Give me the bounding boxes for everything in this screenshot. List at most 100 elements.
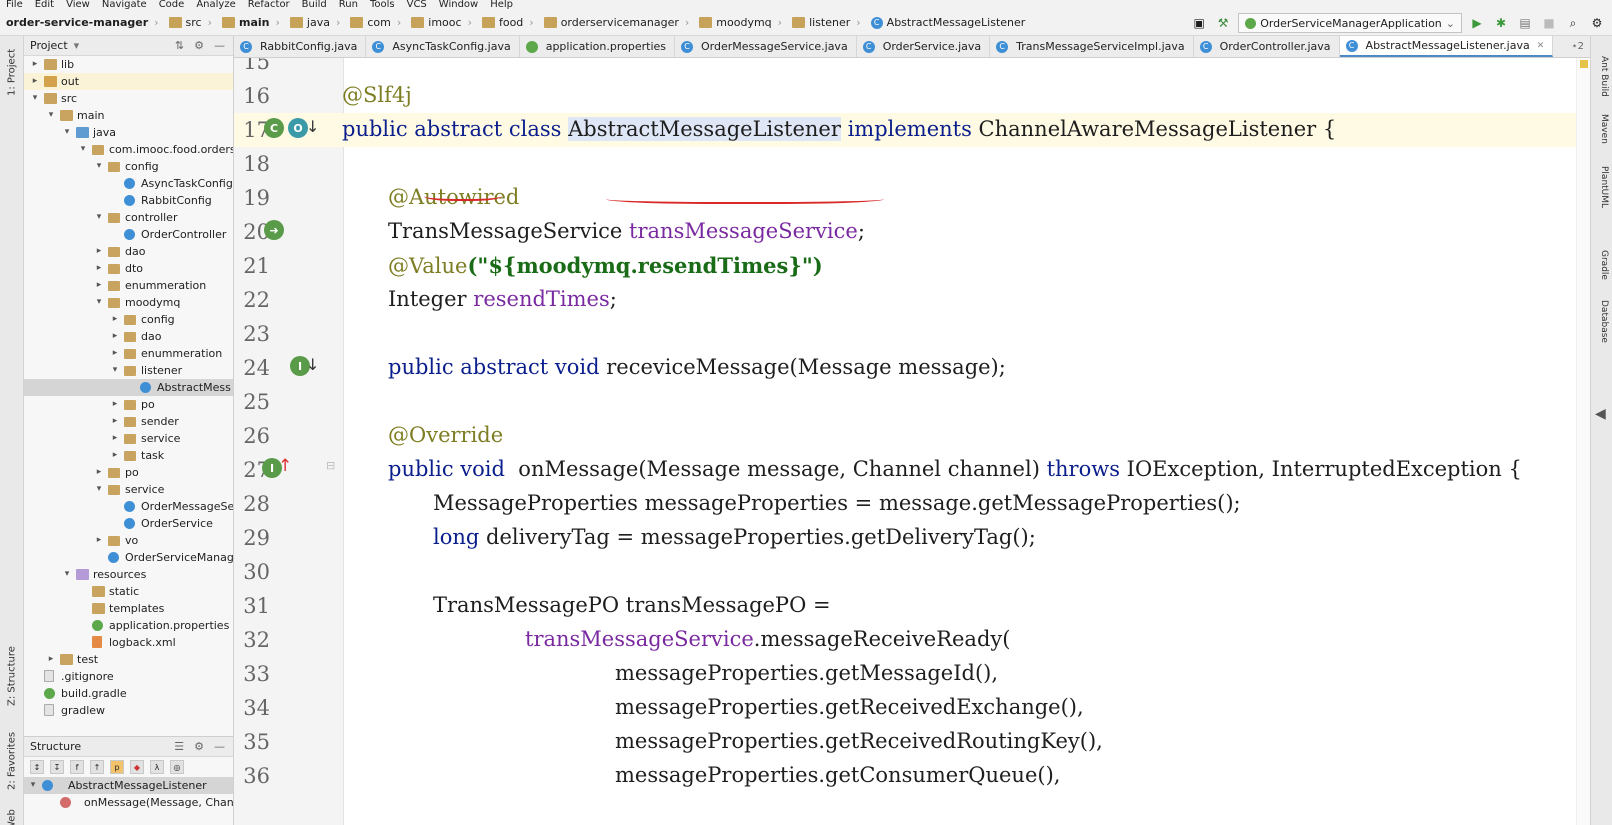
stop-icon[interactable]: ■ bbox=[1540, 14, 1558, 32]
tree-node-orderservicemanag[interactable]: OrderServiceManag bbox=[24, 549, 233, 566]
menu-item-code[interactable]: Code bbox=[153, 0, 191, 10]
debug-icon[interactable]: ✱ bbox=[1492, 14, 1510, 32]
more-tabs-button[interactable]: ⋆2 bbox=[1565, 36, 1590, 57]
tree-node-rabbitconfig[interactable]: RabbitConfig bbox=[24, 192, 233, 209]
tree-node-listener[interactable]: ▾ listener bbox=[24, 362, 233, 379]
chevron-right-icon[interactable]: ▸ bbox=[94, 260, 104, 277]
tree-node-po[interactable]: ▸ po bbox=[24, 396, 233, 413]
gear-icon[interactable]: ⚙ bbox=[194, 740, 204, 753]
breadcrumb-item[interactable]: java › bbox=[284, 16, 344, 29]
chevron-right-icon[interactable]: ▸ bbox=[110, 311, 120, 328]
menu-item-file[interactable]: File bbox=[0, 0, 29, 10]
code-line-18[interactable]: 18 bbox=[234, 147, 1590, 181]
menu-item-navigate[interactable]: Navigate bbox=[96, 0, 153, 10]
chevron-right-icon[interactable]: ▸ bbox=[110, 396, 120, 413]
tree-node-main[interactable]: ▾ main bbox=[24, 107, 233, 124]
fold-icon[interactable]: ⊟ bbox=[326, 459, 335, 472]
settings-icon[interactable]: ⚙ bbox=[1588, 14, 1606, 32]
code-line-25[interactable]: 25 bbox=[234, 385, 1590, 419]
breadcrumb-item[interactable]: C AbstractMessageListener bbox=[865, 16, 1030, 29]
code-editor[interactable]: 15 16 @Slf4j 17 C O ↓ public abstract class Abs… bbox=[234, 58, 1590, 825]
tree-node-java[interactable]: ▾ java bbox=[24, 124, 233, 141]
chevron-down-icon[interactable]: ▾ bbox=[94, 481, 104, 498]
code-line-23[interactable]: 23 bbox=[234, 317, 1590, 351]
chevron-right-icon[interactable]: ▸ bbox=[110, 328, 120, 345]
tree-node--gitignore[interactable]: .gitignore bbox=[24, 668, 233, 685]
tool-tab-ant-build[interactable]: Ant Build bbox=[1595, 56, 1609, 102]
menu-item-tools[interactable]: Tools bbox=[364, 0, 401, 10]
tree-node-dao[interactable]: ▸ dao bbox=[24, 243, 233, 260]
project-tool-tab[interactable]: 1: Project bbox=[2, 42, 22, 102]
up-arrow-icon[interactable]: ↑ bbox=[278, 456, 292, 476]
code-line-20[interactable]: 20 ➜ TransMessageService transMessageServi… bbox=[234, 215, 1590, 249]
menu-item-run[interactable]: Run bbox=[333, 0, 364, 10]
tool-tab-plantuml[interactable]: PlantUML bbox=[1595, 166, 1609, 238]
code-line-22[interactable]: 22 Integer resendTimes; bbox=[234, 283, 1590, 317]
tree-node-orderservice[interactable]: OrderService bbox=[24, 515, 233, 532]
search-icon[interactable]: ⌕ bbox=[1564, 14, 1582, 32]
tree-node-dto[interactable]: ▸ dto bbox=[24, 260, 233, 277]
menu-item-view[interactable]: View bbox=[60, 0, 96, 10]
code-line-33[interactable]: 33 messageProperties.getMessageId(), bbox=[234, 657, 1590, 691]
chevron-down-icon[interactable]: ▾ bbox=[62, 566, 72, 583]
sort-alpha-icon[interactable]: ↕ bbox=[30, 760, 44, 774]
collapse-panel-icon[interactable]: ◀ bbox=[1595, 406, 1606, 422]
editor-tab[interactable]: C AbstractMessageListener.java ✕ bbox=[1339, 36, 1554, 57]
menu-item-build[interactable]: Build bbox=[296, 0, 333, 10]
menu-item-edit[interactable]: Edit bbox=[29, 0, 60, 10]
structure-tool-tab[interactable]: Z: Structure bbox=[2, 636, 22, 716]
tree-node-service[interactable]: ▸ service bbox=[24, 430, 233, 447]
code-line-21[interactable]: 21 @Value("${moodymq.resendTimes}") bbox=[234, 249, 1590, 283]
menu-item-vcs[interactable]: VCS bbox=[401, 0, 433, 10]
tree-node-ordercontroller[interactable]: OrderController bbox=[24, 226, 233, 243]
chevron-down-icon[interactable]: ▾ bbox=[94, 158, 104, 175]
favorites-tool-tab[interactable]: 2: Favorites bbox=[2, 726, 22, 796]
code-line-27[interactable]: 27 I ↑ ⊟ public void onMessage(Message messa… bbox=[234, 453, 1590, 487]
down-arrow-icon[interactable]: ↓ bbox=[306, 355, 319, 374]
code-line-35[interactable]: 35 messageProperties.getReceivedRoutingKe… bbox=[234, 725, 1590, 759]
tree-node-controller[interactable]: ▾ controller bbox=[24, 209, 233, 226]
web-tool-tab[interactable]: Web bbox=[2, 806, 22, 825]
code-line-36[interactable]: 36 messageProperties.getConsumerQueue(), bbox=[234, 759, 1590, 793]
chevron-right-icon[interactable]: ▸ bbox=[94, 243, 104, 260]
tree-node-task[interactable]: ▸ task bbox=[24, 447, 233, 464]
tree-node-build-gradle[interactable]: build.gradle bbox=[24, 685, 233, 702]
build-hammer-icon[interactable]: ⚒ bbox=[1214, 14, 1232, 32]
breadcrumb-item[interactable]: src › bbox=[163, 16, 216, 29]
breadcrumb-item[interactable]: moodymq › bbox=[693, 16, 786, 29]
chevron-right-icon[interactable]: ▸ bbox=[94, 277, 104, 294]
tree-node-moodymq[interactable]: ▾ moodymq bbox=[24, 294, 233, 311]
close-icon[interactable]: ✕ bbox=[1537, 41, 1545, 51]
sync-icon[interactable]: ⇅ bbox=[175, 39, 184, 52]
code-line-28[interactable]: 28 MessageProperties messageProperties = … bbox=[234, 487, 1590, 521]
code-line-34[interactable]: 34 messageProperties.getReceivedExchange(… bbox=[234, 691, 1590, 725]
chevron-right-icon[interactable]: ▸ bbox=[110, 345, 120, 362]
tree-node-resources[interactable]: ▾ resources bbox=[24, 566, 233, 583]
tree-node-gradlew[interactable]: gradlew bbox=[24, 702, 233, 719]
menu-item-refactor[interactable]: Refactor bbox=[242, 0, 296, 10]
chevron-down-icon[interactable]: ▾ bbox=[78, 141, 88, 158]
chevron-right-icon[interactable]: ▸ bbox=[30, 73, 40, 90]
breadcrumb-item[interactable]: imooc › bbox=[405, 16, 476, 29]
subclass-gutter-icon[interactable]: C bbox=[264, 118, 284, 138]
code-line-24[interactable]: 24 I ↓ public abstract void receviceMessage… bbox=[234, 351, 1590, 385]
tool-tab-maven[interactable]: Maven bbox=[1595, 114, 1609, 160]
breadcrumb-item[interactable]: listener › bbox=[786, 16, 865, 29]
show-lambdas-icon[interactable]: λ bbox=[150, 760, 164, 774]
tree-node-vo[interactable]: ▸ vo bbox=[24, 532, 233, 549]
sort-icon[interactable]: ☰ bbox=[174, 740, 184, 753]
project-view-selector[interactable]: Project bbox=[30, 39, 68, 52]
tree-node-asynctaskconfig[interactable]: AsyncTaskConfig bbox=[24, 175, 233, 192]
code-line-31[interactable]: 31 TransMessagePO transMessagePO = bbox=[234, 589, 1590, 623]
chevron-right-icon[interactable]: ▸ bbox=[94, 464, 104, 481]
show-fields-icon[interactable]: f bbox=[70, 760, 84, 774]
tree-node-out[interactable]: ▸ out bbox=[24, 73, 233, 90]
code-line-26[interactable]: 26 @Override bbox=[234, 419, 1590, 453]
chevron-right-icon[interactable]: ▸ bbox=[30, 56, 40, 73]
hide-icon[interactable]: — bbox=[214, 740, 225, 753]
editor-tab[interactable]: application.properties bbox=[520, 36, 676, 57]
editor-scrollbar[interactable] bbox=[1576, 58, 1590, 825]
breadcrumb-item[interactable]: orderservicemanager › bbox=[538, 16, 694, 29]
chevron-right-icon[interactable]: ▸ bbox=[110, 447, 120, 464]
editor-tab[interactable]: C OrderController.java bbox=[1194, 36, 1340, 57]
